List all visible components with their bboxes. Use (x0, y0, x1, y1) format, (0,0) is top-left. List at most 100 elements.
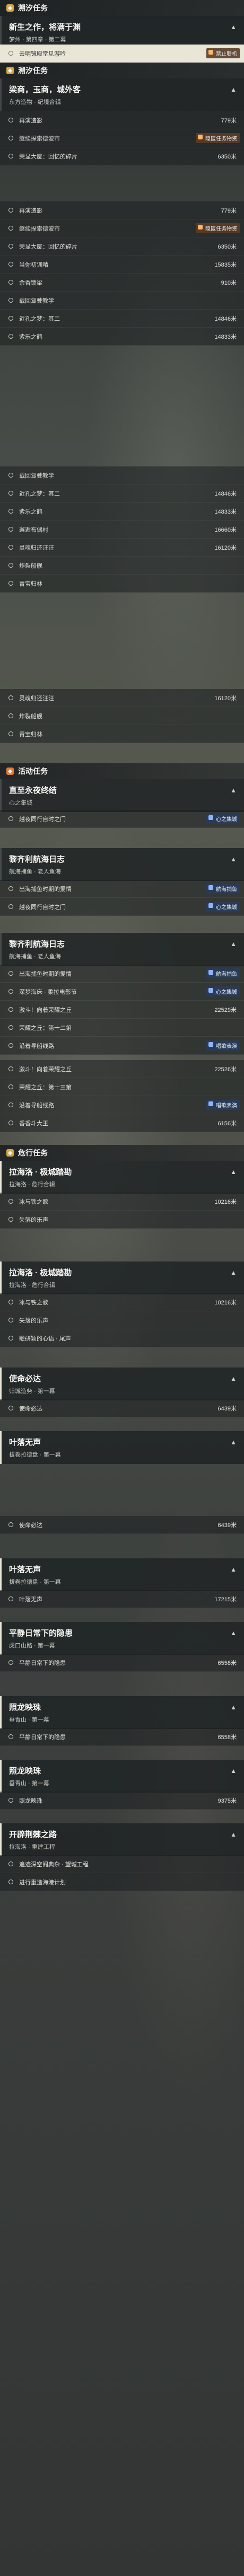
quest-step-row[interactable]: 瞻研颖的心语 · 尾声 (0, 1329, 244, 1347)
quest-step-row[interactable]: 载回驾驶教学 (0, 466, 244, 484)
radio-dot-icon (8, 695, 13, 700)
quest-badge: 航海捕鱼 (206, 884, 240, 894)
quest-card[interactable]: 叶落无声 拔卷拉德盘 · 第一幕 ▲ (0, 1558, 244, 1591)
quest-step-row[interactable]: 当你初训晴 15835米 (0, 255, 244, 274)
quest-card[interactable]: 新生之作，将满于渊 梦州 · 第四章 · 第二幕 ▲ (0, 16, 244, 49)
quest-step-row[interactable]: 炸裂船舰 (0, 557, 244, 575)
chevron-up-icon[interactable]: ▲ (230, 86, 237, 93)
chevron-up-icon[interactable]: ▲ (230, 1439, 237, 1446)
quest-card[interactable]: 使命必达 归城造务 · 第一幕 ▲ (0, 1368, 244, 1400)
quest-step-row[interactable]: 荣耀之丘：第十三第 (0, 1078, 244, 1096)
block-rows: 去明镜殿堂见游吟716米禁止联机 (0, 45, 244, 63)
quest-card[interactable]: 照龙映珠 垂青山 · 第一幕 ▲ (0, 1696, 244, 1729)
quest-step-row[interactable]: 追迹深空阁典杂 · 望城工程 (0, 1855, 244, 1873)
quest-step-row[interactable]: 越夜同行自时之门 心之集城 (0, 898, 244, 916)
chevron-up-icon[interactable]: ▲ (230, 1269, 237, 1276)
quest-step-row[interactable]: 去明镜殿堂见游吟716米禁止联机 (0, 45, 244, 63)
quest-step-row[interactable]: 荣显大厦：回忆的碎片 6350米 (0, 237, 244, 255)
quest-card[interactable]: 黎齐利航海日志 航海捕鱼 · 老人鱼海 ▲ (0, 848, 244, 881)
block-list: 再演造影 779米 继续探索德波市 隐匿任务物资 荣显大厦：回忆的碎片 6350米 当你初训… (0, 201, 244, 346)
quest-card[interactable]: 平静日常下的隐患 虎口山路 · 第一幕 ▲ (0, 1622, 244, 1655)
chevron-up-icon[interactable]: ▲ (230, 1566, 237, 1573)
quest-step-row[interactable]: 平静日常下的隐患 6558米 (0, 1654, 244, 1672)
chevron-up-icon[interactable]: ▲ (230, 1168, 237, 1176)
quest-step-label: 邂逅布偶村 (19, 526, 48, 533)
quest-step-row[interactable]: 出海捕鱼时期的爱情14510米航海捕鱼 (0, 880, 244, 898)
quest-title: 使命必达 (9, 1374, 41, 1383)
quest-step-row[interactable]: 荣显大厦：回忆的碎片 6350米 (0, 147, 244, 165)
quest-step-row[interactable]: 近孔之梦：其二 14846米 (0, 484, 244, 502)
quest-step-row[interactable]: 使命必达 6439米 (0, 1516, 244, 1534)
quest-step-row[interactable]: 进行重造海港计划 (0, 1873, 244, 1891)
quest-step-row[interactable]: 越夜同行自时之门 心之集城 (0, 810, 244, 828)
quest-step-row[interactable]: 灵魂归还汪汪 16120米 (0, 539, 244, 557)
quest-card[interactable]: 开辟荆棘之路 拉海洛 · 重建工程 ▲ (0, 1823, 244, 1856)
quest-step-row[interactable]: 深梦海床 · 柔拉电影节16725米心之集城 (0, 983, 244, 1001)
quest-step-label: 失落的乐声 (19, 1216, 48, 1223)
chevron-up-icon[interactable]: ▲ (230, 940, 237, 948)
quest-step-row[interactable]: 再演造影 779米 (0, 111, 244, 129)
chevron-up-icon[interactable]: ▲ (230, 1767, 237, 1775)
block-card: 新生之作，将满于渊 梦州 · 第四章 · 第二幕 ▲ (0, 16, 244, 49)
quest-step-row[interactable]: 紫乐之鹤 14833米 (0, 502, 244, 521)
quest-step-row[interactable]: 失落的乐声 (0, 1211, 244, 1229)
quest-card[interactable]: 拉海洛 · 极城踏勘 拉海洛 · 危行合辑 ▲ (0, 1161, 244, 1194)
quest-step-row[interactable]: 激斗！向着荣耀之丘 22529米 (0, 1001, 244, 1019)
quest-step-row[interactable]: 平静日常下的隐患 6558米 (0, 1728, 244, 1746)
quest-step-row[interactable]: 冰与铁之歌 10216米 (0, 1293, 244, 1311)
section-title: 溯汐任务 (18, 4, 48, 12)
quest-step-row[interactable]: 继续探索德波市 隐匿任务物资 (0, 219, 244, 237)
quest-step-label: 青宝归林 (19, 731, 42, 738)
block-list: 平静日常下的隐患 6558米 (0, 1654, 244, 1672)
radio-dot-icon (8, 473, 13, 478)
radio-dot-icon (8, 334, 13, 339)
quest-step-row[interactable]: 载回驾驶教学 (0, 292, 244, 310)
quest-step-row[interactable]: 青宝归林 (0, 725, 244, 743)
quest-card[interactable]: 直至永夜终结 心之集城 ▲ (0, 779, 244, 812)
quest-step-row[interactable]: 激斗！向着荣耀之丘 22526米 (0, 1060, 244, 1078)
quest-card[interactable]: 叶落无声 拔卷拉德盘 · 第一幕 ▲ (0, 1431, 244, 1464)
chevron-up-icon[interactable]: ▲ (230, 855, 237, 863)
quest-step-row[interactable]: 沿着寻船线路 唱歌表演 (0, 1096, 244, 1114)
block-list: 激斗！向着荣耀之丘 22526米 荣耀之丘：第十三第 沿着寻船线路 唱歌表演 香香斗大王 6… (0, 1060, 244, 1132)
quest-card[interactable]: 黎齐利航海日志 航海捕鱼 · 老人鱼海 ▲ (0, 933, 244, 966)
chevron-up-icon[interactable]: ▲ (230, 23, 237, 31)
chevron-up-icon[interactable]: ▲ (230, 1831, 237, 1838)
quest-step-row[interactable]: 青宝归林 (0, 575, 244, 593)
chevron-up-icon[interactable]: ▲ (230, 1704, 237, 1711)
quest-step-row[interactable]: 紫乐之鹤 14833米 (0, 328, 244, 346)
quest-card[interactable]: 拉海洛 · 极城踏勘 拉海洛 · 危行合辑 ▲ (0, 1261, 244, 1294)
quest-step-row[interactable]: 灵魂归还汪汪 16120米 (0, 689, 244, 707)
quest-subtitle: 拉海洛 · 危行合辑 (9, 1181, 55, 1188)
quest-step-row[interactable]: 炸裂船舰 (0, 707, 244, 725)
quest-card[interactable]: 梁商，玉商，城外客 东方造物 · 纪境合辑 ▲ (0, 78, 244, 111)
quest-step-row[interactable]: 近孔之梦：其二 14846米 (0, 310, 244, 328)
quest-step-row[interactable]: 冰与铁之歌 10216米 (0, 1193, 244, 1211)
quest-step-row[interactable]: 邂逅布偶村 16660米 (0, 521, 244, 539)
chevron-up-icon[interactable]: ▲ (230, 1629, 237, 1637)
quest-step-row[interactable]: 出海捕鱼时期的爱情14510米航海捕鱼 (0, 965, 244, 983)
quest-step-row[interactable]: 照龙映珠 9375米 (0, 1792, 244, 1810)
quest-step-row[interactable]: 失落的乐声 (0, 1311, 244, 1329)
block-card: 照龙映珠 垂青山 · 第一幕 ▲ (0, 1760, 244, 1793)
quest-step-label: 使命必达 (19, 1522, 42, 1529)
radio-dot-icon (8, 1007, 13, 1012)
quest-step-row[interactable]: 香香斗大王 6156米 (0, 1114, 244, 1132)
quest-step-row[interactable]: 沿着寻船线路 唱歌表演 (0, 1037, 244, 1055)
quest-step-row[interactable]: 荣耀之丘：第十二第 (0, 1019, 244, 1037)
quest-step-row[interactable]: 再演造影 779米 (0, 201, 244, 219)
radio-dot-icon (8, 1522, 13, 1527)
chevron-up-icon[interactable]: ▲ (230, 1375, 237, 1382)
radio-dot-icon (8, 1862, 13, 1866)
quest-step-row[interactable]: 使命必达 6439米 (0, 1399, 244, 1417)
quest-step-row[interactable]: 余香馈梁 910米 (0, 274, 244, 292)
chevron-up-icon[interactable]: ▲ (230, 787, 237, 794)
quest-step-label: 瞻研颖的心语 · 尾声 (19, 1335, 71, 1342)
distance-label: 6558米 (217, 1660, 237, 1666)
quest-card[interactable]: 照龙映珠 垂青山 · 第一幕 ▲ (0, 1760, 244, 1793)
quest-step-row[interactable]: 叶落无声 17215米 (0, 1590, 244, 1608)
quest-step-row[interactable]: 继续探索德波市 隐匿任务物资 (0, 129, 244, 147)
quest-subtitle: 垂青山 · 第一幕 (9, 1780, 49, 1787)
quest-step-label: 出海捕鱼时期的爱情 (19, 971, 72, 977)
quest-step-label: 近孔之梦：其二 (19, 315, 60, 322)
